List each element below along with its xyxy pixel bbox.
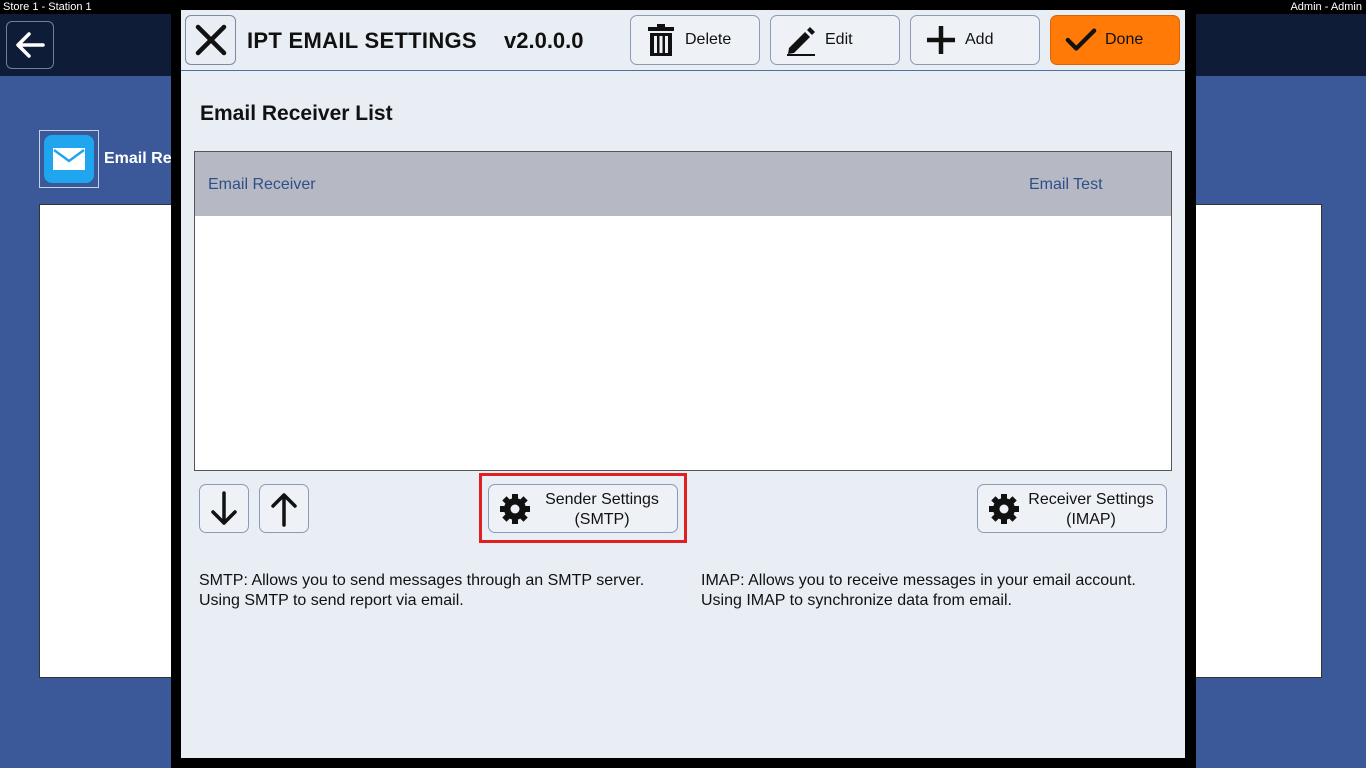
- edit-button[interactable]: Edit: [770, 15, 900, 65]
- delete-button[interactable]: Delete: [630, 15, 760, 65]
- add-button[interactable]: Add: [910, 15, 1040, 65]
- back-button[interactable]: [6, 21, 54, 69]
- highlight-box: [479, 473, 687, 543]
- receiver-settings-line2: (IMAP): [1066, 511, 1116, 528]
- receiver-settings-line1: Receiver Settings: [1028, 491, 1154, 508]
- checkmark-icon: [1065, 24, 1097, 56]
- email-icon: [44, 135, 94, 183]
- dialog-version: v2.0.0.0: [504, 28, 584, 53]
- arrow-down-icon: [211, 490, 237, 525]
- close-icon: [195, 24, 226, 56]
- move-down-button[interactable]: [199, 484, 249, 533]
- email-settings-dialog: IPT EMAIL SETTINGS v2.0.0.0 Delete Edit …: [181, 10, 1185, 758]
- arrow-left-icon: [16, 32, 45, 58]
- add-label: Add: [965, 31, 994, 48]
- pencil-icon: [785, 24, 817, 56]
- column-email-test[interactable]: Email Test: [1029, 176, 1103, 194]
- move-up-button[interactable]: [259, 484, 309, 533]
- user-label: Admin - Admin: [1290, 1, 1362, 13]
- section-title: Email Receiver List: [200, 102, 393, 125]
- list-header: Email Receiver Email Test: [195, 152, 1171, 216]
- close-button[interactable]: [185, 15, 236, 65]
- receiver-settings-label: Receiver Settings (IMAP): [1022, 490, 1160, 530]
- imap-description: IMAP: Allows you to receive messages in …: [701, 572, 1136, 609]
- gear-icon: [989, 494, 1019, 524]
- background-title: Email Re: [104, 150, 172, 167]
- done-label: Done: [1105, 31, 1144, 48]
- receiver-settings-button[interactable]: Receiver Settings (IMAP): [977, 484, 1167, 533]
- dialog-title: IPT EMAIL SETTINGS: [247, 28, 477, 53]
- smtp-description: SMTP: Allows you to send messages throug…: [199, 572, 645, 609]
- plus-icon: [925, 24, 957, 56]
- email-receiver-list[interactable]: Email Receiver Email Test: [194, 151, 1172, 471]
- email-app-tile[interactable]: [39, 130, 99, 188]
- edit-label: Edit: [825, 31, 853, 48]
- trash-icon: [645, 24, 677, 56]
- column-email-receiver[interactable]: Email Receiver: [208, 176, 316, 194]
- arrow-up-icon: [271, 492, 297, 527]
- station-label: Store 1 - Station 1: [3, 1, 92, 13]
- delete-label: Delete: [685, 31, 732, 48]
- done-button[interactable]: Done: [1050, 15, 1180, 65]
- dialog-header: IPT EMAIL SETTINGS v2.0.0.0 Delete Edit …: [181, 10, 1185, 71]
